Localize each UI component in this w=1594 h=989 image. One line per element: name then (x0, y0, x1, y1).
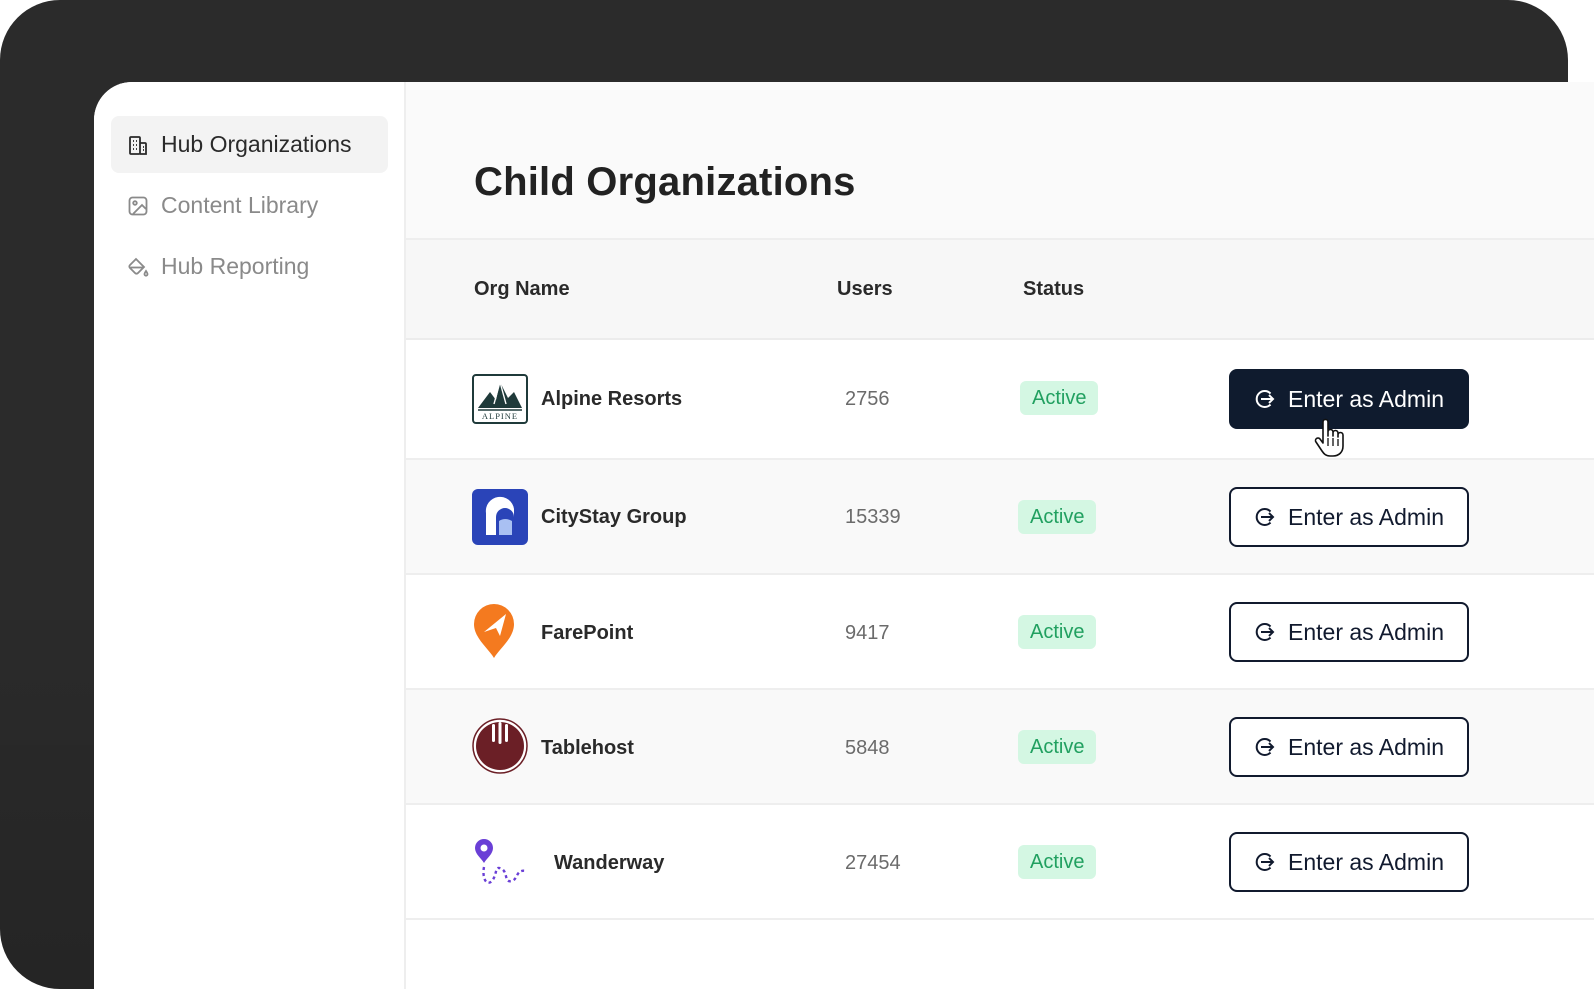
sidebar-item-label: Hub Organizations (161, 131, 352, 157)
org-name: FarePoint (541, 622, 634, 644)
building-icon (127, 134, 149, 156)
sidebar-item-hub-organizations[interactable]: Hub Organizations (111, 116, 388, 173)
sidebar: Hub Organizations Content Library Hub Re… (94, 82, 406, 989)
button-label: Enter as Admin (1288, 733, 1444, 760)
button-label: Enter as Admin (1288, 503, 1444, 530)
login-icon (1254, 506, 1276, 528)
farepoint-logo (472, 602, 528, 658)
sidebar-item-hub-reporting[interactable]: Hub Reporting (111, 238, 388, 295)
enter-as-admin-button[interactable]: Enter as Admin (1229, 369, 1469, 429)
tablehost-logo (472, 718, 528, 774)
table-row: CityStay Group 15339 Active Enter as Adm… (406, 460, 1594, 575)
table-row: Tablehost 5848 Active Enter as Admin (406, 690, 1594, 805)
table-header: Org Name Users Status (406, 240, 1594, 340)
hand-cursor-icon (1312, 418, 1346, 458)
status-badge: Active (1020, 381, 1099, 415)
column-header-users: Users (837, 278, 893, 300)
wanderway-logo (472, 837, 530, 887)
table-row: FarePoint 9417 Active Enter as Admin (406, 575, 1594, 690)
org-name: Tablehost (541, 737, 634, 759)
org-name: CityStay Group (541, 506, 687, 528)
column-header-org-name: Org Name (474, 278, 570, 300)
login-icon (1254, 621, 1276, 643)
enter-as-admin-button[interactable]: Enter as Admin (1229, 717, 1469, 777)
org-name: Wanderway (554, 852, 665, 874)
paint-bucket-icon (127, 256, 149, 278)
table-row: ALPINE Alpine Resorts 2756 Active Enter … (406, 340, 1594, 460)
alpine-logo: ALPINE (472, 374, 528, 424)
status-badge: Active (1018, 500, 1097, 534)
page-title: Child Organizations (474, 160, 856, 204)
sidebar-item-label: Hub Reporting (161, 253, 310, 279)
status-badge: Active (1018, 730, 1097, 764)
image-icon (127, 195, 149, 217)
user-count: 5848 (845, 737, 890, 759)
org-name: Alpine Resorts (541, 388, 683, 410)
sidebar-item-label: Content Library (161, 192, 319, 218)
user-count: 9417 (845, 622, 890, 644)
svg-text:ALPINE: ALPINE (482, 411, 518, 421)
button-label: Enter as Admin (1288, 618, 1444, 645)
sidebar-item-content-library[interactable]: Content Library (111, 177, 388, 234)
button-label: Enter as Admin (1288, 848, 1444, 875)
user-count: 27454 (845, 852, 901, 874)
enter-as-admin-button[interactable]: Enter as Admin (1229, 832, 1469, 892)
user-count: 2756 (845, 388, 890, 410)
user-count: 15339 (845, 506, 901, 528)
page-header: Child Organizations (406, 82, 1594, 240)
status-badge: Active (1018, 615, 1097, 649)
table-row: Wanderway 27454 Active Enter as Admin (406, 805, 1594, 920)
enter-as-admin-button[interactable]: Enter as Admin (1229, 487, 1469, 547)
app-window: Hub Organizations Content Library Hub Re… (94, 82, 1594, 989)
status-badge: Active (1018, 845, 1097, 879)
main-content: Child Organizations Org Name Users Statu… (406, 82, 1594, 989)
login-icon (1254, 388, 1276, 410)
login-icon (1254, 736, 1276, 758)
citystay-logo (472, 489, 528, 545)
column-header-status: Status (1023, 278, 1085, 300)
login-icon (1254, 851, 1276, 873)
enter-as-admin-button[interactable]: Enter as Admin (1229, 602, 1469, 662)
button-label: Enter as Admin (1288, 385, 1444, 412)
